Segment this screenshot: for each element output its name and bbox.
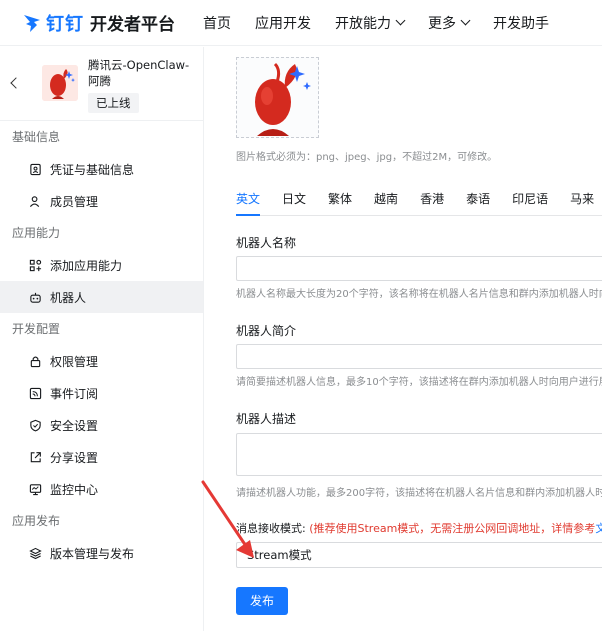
section-title-release: 应用发布 [12, 514, 61, 528]
sidebar-item-label: 事件订阅 [50, 386, 99, 401]
monitor-icon [28, 482, 42, 496]
nav-item-more[interactable]: 更多 [428, 13, 471, 33]
sidebar-item-share[interactable]: 分享设置 [0, 441, 203, 473]
sidebar-item-label: 添加应用能力 [50, 258, 123, 273]
tab-japanese[interactable]: 日文 [282, 188, 306, 216]
lobster-icon [42, 65, 78, 101]
tab-indonesian[interactable]: 印尼语 [512, 188, 548, 216]
tab-traditional-chinese[interactable]: 繁体 [328, 188, 352, 216]
nav-item-dev-assistant[interactable]: 开发助手 [493, 13, 549, 33]
layers-icon [28, 546, 42, 560]
platform-name: 开发者平台 [90, 15, 175, 35]
dingtalk-logo-icon [24, 14, 40, 32]
tab-malay[interactable]: 马来 [570, 188, 594, 216]
nav-item-label: 开发助手 [493, 15, 549, 32]
add-capability-icon [28, 258, 42, 272]
sidebar-item-permissions[interactable]: 权限管理 [0, 345, 203, 377]
sidebar-item-version-release[interactable]: 版本管理与发布 [0, 537, 203, 569]
back-arrow-icon[interactable] [10, 77, 22, 89]
nav-item-open-capability[interactable]: 开放能力 [335, 13, 406, 33]
sidebar-item-label: 成员管理 [50, 194, 99, 209]
robot-icon [28, 290, 42, 304]
robot-desc-label: 机器人描述 [236, 412, 297, 426]
nav-item-home[interactable]: 首页 [203, 13, 231, 33]
sidebar-item-label: 分享设置 [50, 450, 99, 465]
sidebar-item-label: 版本管理与发布 [50, 546, 135, 561]
section-title-capability: 应用能力 [12, 226, 61, 240]
mode-doc-link[interactable]: 文档 [595, 522, 602, 535]
nav-item-label: 首页 [203, 15, 231, 32]
image-format-hint: 图片格式必须为：png、jpeg、jpg，不超过2M，可修改。 [236, 152, 498, 163]
nav-item-label: 更多 [428, 15, 456, 32]
share-icon [28, 450, 42, 464]
sidebar-item-security[interactable]: 安全设置 [0, 409, 203, 441]
top-navbar: 钉钉 开发者平台 首页 应用开发 开放能力 更多 开发助手 [0, 0, 602, 46]
robot-intro-label: 机器人简介 [236, 324, 297, 338]
brand-name: 钉钉 [46, 13, 84, 35]
member-icon [28, 194, 42, 208]
nav-item-app-dev[interactable]: 应用开发 [255, 13, 311, 33]
status-badge: 已上线 [88, 93, 139, 113]
section-title-basic: 基础信息 [12, 130, 61, 144]
robot-desc-textarea[interactable] [236, 433, 602, 476]
robot-name-input[interactable] [236, 256, 602, 281]
sidebar-item-label: 安全设置 [50, 418, 99, 433]
nav-item-label: 应用开发 [255, 15, 311, 32]
subscribe-icon [28, 386, 42, 400]
sidebar-item-label: 权限管理 [50, 354, 99, 369]
chevron-down-icon [460, 15, 471, 26]
nav-item-label: 开放能力 [335, 15, 391, 32]
lock-icon [28, 354, 42, 368]
lobster-icon [237, 58, 318, 137]
sidebar-item-members[interactable]: 成员管理 [0, 185, 203, 217]
message-mode-label: 消息接收模式: (推荐使用Stream模式，无需注册公网回调地址，详情参考文档 [236, 520, 602, 536]
app-avatar [42, 65, 78, 101]
sidebar-item-label: 机器人 [50, 290, 87, 305]
tab-thai[interactable]: 泰语 [466, 188, 490, 216]
dingtalk-logo[interactable]: 钉钉 开发者平台 [22, 10, 175, 36]
robot-intro-hint: 请简要描述机器人信息，最多10个字符，该描述将在群内添加机器人时向用户进行展示 [236, 377, 602, 388]
sidebar: 腾讯云-OpenClaw-阿腾 已上线 基础信息 凭证与基础信息 成员管理 应用… [0, 47, 204, 631]
app-header: 腾讯云-OpenClaw-阿腾 已上线 [0, 47, 203, 121]
app-name: 腾讯云-OpenClaw-阿腾 [88, 58, 190, 88]
publish-button[interactable]: 发布 [236, 587, 288, 615]
robot-desc-hint: 请描述机器人功能，最多200字符，该描述将在机器人名片信息和群内添加机器人时向用… [236, 488, 602, 499]
section-title-dev-config: 开发配置 [12, 322, 61, 336]
sidebar-item-monitor[interactable]: 监控中心 [0, 473, 203, 505]
robot-avatar-upload[interactable] [236, 57, 319, 138]
robot-name-label: 机器人名称 [236, 236, 297, 250]
sidebar-item-add-capability[interactable]: 添加应用能力 [0, 249, 203, 281]
nav-menu: 首页 应用开发 开放能力 更多 开发助手 [203, 13, 573, 33]
robot-name-hint: 机器人名称最大长度为20个字符，该名称将在机器人名片信息和群内添加机器人时向用户… [236, 289, 602, 300]
message-mode-select[interactable]: Stream模式 [236, 542, 602, 568]
language-tabs: 英文 日文 繁体 越南 香港 泰语 印尼语 马来 [236, 188, 602, 216]
robot-intro-input[interactable] [236, 344, 602, 369]
sidebar-item-credentials[interactable]: 凭证与基础信息 [0, 153, 203, 185]
main-content: 图片格式必须为：png、jpeg、jpg，不超过2M，可修改。 英文 日文 繁体… [205, 47, 602, 631]
sidebar-item-label: 监控中心 [50, 482, 99, 497]
sidebar-item-robot[interactable]: 机器人 [0, 281, 203, 313]
shield-icon [28, 418, 42, 432]
mode-label-text: 消息接收模式: [236, 522, 306, 535]
chevron-down-icon [395, 15, 406, 26]
sidebar-item-events[interactable]: 事件订阅 [0, 377, 203, 409]
credential-icon [28, 162, 42, 176]
tab-vietnamese[interactable]: 越南 [374, 188, 398, 216]
tab-english[interactable]: 英文 [236, 188, 261, 216]
sidebar-item-label: 凭证与基础信息 [50, 162, 135, 177]
mode-recommend-text: (推荐使用Stream模式，无需注册公网回调地址，详情参考 [309, 522, 596, 535]
tab-hongkong[interactable]: 香港 [420, 188, 444, 216]
